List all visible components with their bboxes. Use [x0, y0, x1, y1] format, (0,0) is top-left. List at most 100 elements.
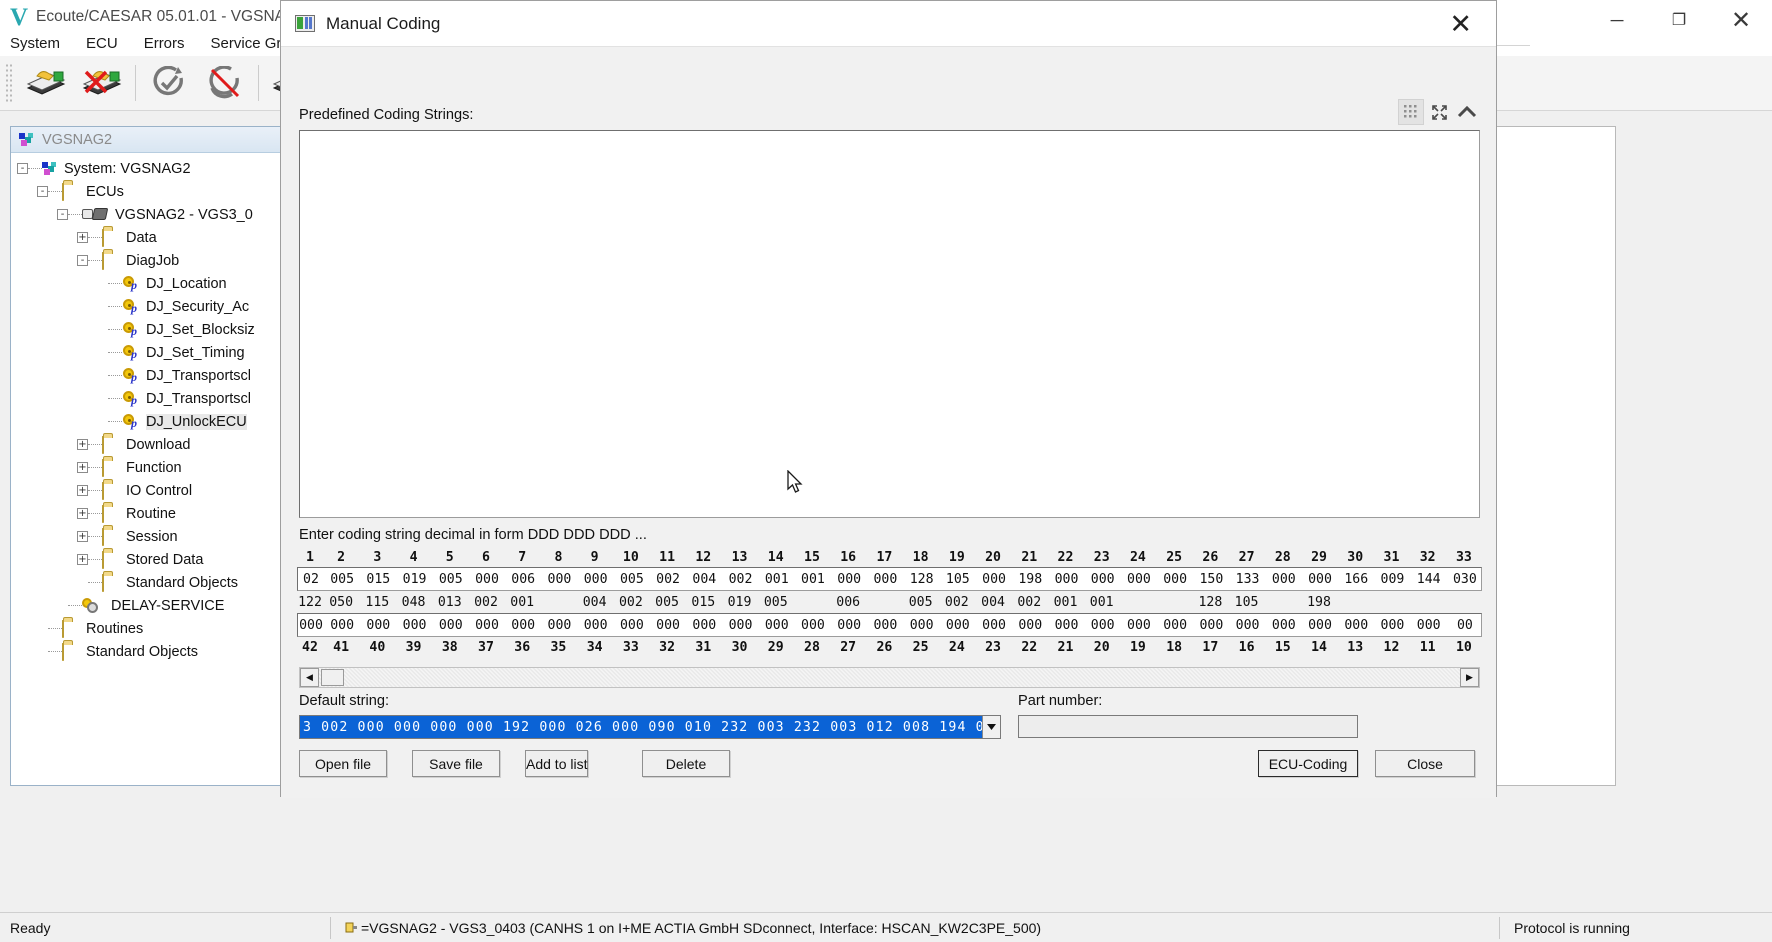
coding-grid-cell[interactable]: 005 [614, 572, 650, 587]
tree-expander[interactable]: + [77, 439, 88, 450]
tree-expander[interactable]: + [77, 232, 88, 243]
coding-grid-cell[interactable]: 000 [831, 618, 867, 633]
coding-grid-cell[interactable]: 000 [904, 618, 940, 633]
coding-grid-cell[interactable]: 000 [1338, 618, 1374, 633]
tree-node[interactable]: - ECUs [11, 180, 281, 203]
coding-grid-cell[interactable]: 150 [1193, 572, 1229, 587]
coding-grid-cell[interactable]: 000 [1302, 618, 1338, 633]
coding-grid-cell[interactable]: 000 [976, 572, 1012, 587]
coding-grid-cell[interactable]: 030 [1447, 572, 1483, 587]
refresh-disabled-icon[interactable] [197, 60, 253, 106]
coding-grid-cell[interactable]: 000 [1048, 572, 1084, 587]
coding-grid-cell[interactable]: 000 [867, 618, 903, 633]
dialog-close-button[interactable]: ✕ [1439, 9, 1482, 40]
collapse-chevron-icon[interactable] [1454, 99, 1480, 125]
tree-expander[interactable]: - [77, 255, 88, 266]
coding-grid-cell[interactable]: 105 [1228, 595, 1264, 610]
grid-icon[interactable] [1398, 99, 1424, 125]
coding-grid-cell[interactable]: 015 [685, 595, 721, 610]
tree-node[interactable]: p DJ_Transportscl [11, 364, 281, 387]
tree-node[interactable]: Routines [11, 617, 281, 640]
coding-grid-cell[interactable]: 000 [976, 618, 1012, 633]
coding-grid-cell[interactable]: 006 [505, 572, 541, 587]
connect-ecu-icon[interactable] [18, 60, 74, 106]
coding-grid-cell[interactable]: 115 [359, 595, 395, 610]
coding-grid-cell[interactable]: 000 [1374, 618, 1410, 633]
tree-expander[interactable]: + [77, 531, 88, 542]
window-close-button[interactable]: ✕ [1710, 0, 1772, 40]
coding-grid-cell[interactable]: 000 [505, 618, 541, 633]
tree-node[interactable]: Standard Objects [11, 571, 281, 594]
tree-node[interactable]: p DJ_Security_Ac [11, 295, 281, 318]
coding-grid-cell[interactable]: 005 [324, 572, 360, 587]
toolbar-grip[interactable] [5, 63, 14, 103]
close-button[interactable]: Close [1375, 750, 1475, 777]
coding-grid-cell[interactable]: 166 [1338, 572, 1374, 587]
coding-grid-cell[interactable]: 000 [1121, 618, 1157, 633]
coding-grid-cell[interactable]: 000 [360, 618, 396, 633]
window-maximize-button[interactable]: ❐ [1648, 0, 1710, 40]
coding-grid-cell[interactable]: 000 [867, 572, 903, 587]
coding-grid-cell[interactable]: 019 [721, 595, 757, 610]
tree-expander[interactable]: + [77, 508, 88, 519]
coding-grid-cell[interactable]: 019 [396, 572, 432, 587]
coding-grid-cell[interactable]: 002 [1011, 595, 1047, 610]
coding-grid-value-row-3[interactable]: 000 000 000 000 000 000 000 000 000 000 000 000 000 0… [297, 613, 1482, 637]
check-icon[interactable] [141, 60, 197, 106]
tree-node[interactable]: + Data [11, 226, 281, 249]
menu-item-system[interactable]: System [10, 35, 60, 52]
coding-grid-cell[interactable]: 000 [940, 618, 976, 633]
coding-grid-cell[interactable]: 000 [1012, 618, 1048, 633]
coding-grid-cell[interactable]: 000 [1266, 572, 1302, 587]
tree-node[interactable]: + Session [11, 525, 281, 548]
tree-node[interactable]: + Stored Data [11, 548, 281, 571]
disconnect-ecu-icon[interactable] [74, 60, 130, 106]
coding-grid-cell[interactable]: 000 [686, 618, 722, 633]
coding-grid-cell[interactable]: 000 [396, 618, 432, 633]
tree-node[interactable]: p DJ_Set_Blocksiz [11, 318, 281, 341]
tree-node[interactable]: DELAY-SERVICE [11, 594, 281, 617]
tree-expander[interactable]: + [77, 462, 88, 473]
tree-node[interactable]: + Download [11, 433, 281, 456]
open-file-button[interactable]: Open file [299, 750, 387, 777]
part-number-input[interactable] [1018, 715, 1358, 738]
scroll-right-arrow[interactable]: ▶ [1460, 668, 1479, 687]
tree-expander[interactable]: - [57, 209, 68, 220]
coding-grid-cell[interactable]: 00 [1447, 618, 1483, 633]
coding-grid-cell[interactable]: 144 [1411, 572, 1447, 587]
coding-grid-cell[interactable]: 000 [795, 618, 831, 633]
coding-grid-cell[interactable]: 004 [577, 595, 613, 610]
coding-grid-cell[interactable]: 000 [469, 618, 505, 633]
tree-node[interactable]: + Routine [11, 502, 281, 525]
delete-button[interactable]: Delete [642, 750, 730, 777]
tree-expander[interactable]: - [17, 163, 28, 174]
coding-grid-cell[interactable]: 128 [1192, 595, 1228, 610]
coding-grid-cell[interactable]: 002 [468, 595, 504, 610]
coding-grid-cell[interactable]: 000 [1302, 572, 1338, 587]
save-file-button[interactable]: Save file [412, 750, 500, 777]
coding-grid-value-row-1[interactable]: 02 005 015 019 005 000 006 000 000 005 002 004 002 00… [297, 567, 1482, 591]
tree-expander[interactable]: + [77, 485, 88, 496]
coding-grid-cell[interactable]: 02 [298, 572, 324, 587]
coding-grid-cell[interactable]: 001 [1047, 595, 1083, 610]
scroll-left-arrow[interactable]: ◀ [300, 668, 319, 687]
coding-grid-cell[interactable]: 000 [1411, 618, 1447, 633]
coding-grid-cell[interactable]: 000 [1085, 618, 1121, 633]
menu-item-errors[interactable]: Errors [144, 35, 185, 52]
coding-grid-cell[interactable]: 000 [1121, 572, 1157, 587]
tree-node[interactable]: - DiagJob [11, 249, 281, 272]
coding-grid-cell[interactable]: 001 [1084, 595, 1120, 610]
tree-node[interactable]: + Function [11, 456, 281, 479]
tree-expander[interactable]: - [37, 186, 48, 197]
default-string-value[interactable]: 3 002 000 000 000 000 192 000 026 000 09… [300, 716, 982, 738]
expand-icon[interactable] [1426, 99, 1452, 125]
coding-grid-cell[interactable]: 000 [722, 618, 758, 633]
coding-grid-cell[interactable]: 009 [1374, 572, 1410, 587]
coding-grid-cell[interactable]: 000 [650, 618, 686, 633]
coding-grid-cell[interactable]: 000 [1229, 618, 1265, 633]
coding-grid-cell[interactable]: 000 [578, 572, 614, 587]
coding-grid-cell[interactable]: 050 [323, 595, 359, 610]
coding-grid-cell[interactable]: 000 [578, 618, 614, 633]
coding-grid-cell[interactable]: 000 [1048, 618, 1084, 633]
coding-grid-cell[interactable]: 000 [433, 618, 469, 633]
